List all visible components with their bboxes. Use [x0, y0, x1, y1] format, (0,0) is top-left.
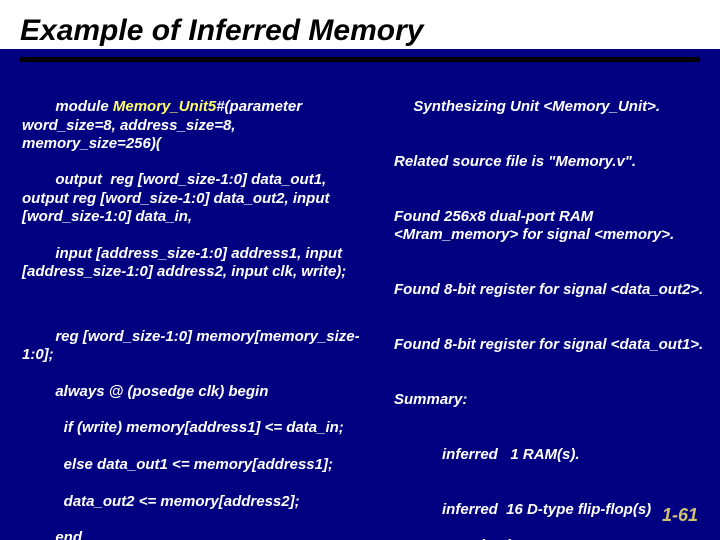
right-column: Synthesizing Unit <Memory_Unit>. Related…: [380, 80, 708, 540]
r-line-6: Summary:: [380, 391, 708, 409]
page-number: 1-61: [662, 505, 698, 526]
title-band: Example of Inferred Memory: [0, 0, 720, 49]
r-line-7: inferred 1 RAM(s).: [380, 446, 708, 464]
r-line-2: Related source file is "Memory.v".: [380, 153, 708, 171]
code-ports-1: output reg [word_size-1:0] data_out1, ou…: [22, 171, 334, 225]
r-line-8: inferred 16 D-type flip-flop(s): [380, 501, 708, 519]
module-name: Memory_Unit5: [113, 98, 216, 115]
r-line-1: Synthesizing Unit <Memory_Unit>.: [413, 98, 660, 115]
synth-report: Synthesizing Unit <Memory_Unit>. Related…: [380, 80, 708, 540]
slide-body: module Memory_Unit5#(parameter word_size…: [0, 62, 720, 540]
title-wrap: Example of Inferred Memory: [0, 4, 720, 47]
code-end: end: [55, 529, 82, 540]
code-if: if (write) memory[address1] <= data_in;: [55, 419, 343, 436]
left-column: module Memory_Unit5#(parameter word_size…: [22, 80, 372, 540]
code-block-1: module Memory_Unit5#(parameter word_size…: [22, 80, 372, 300]
code-reg: reg [word_size-1:0] memory[memory_size-1…: [22, 328, 360, 363]
r-line-5: Found 8-bit register for signal <data_ou…: [380, 336, 708, 354]
code-assign: data_out2 <= memory[address2];: [55, 493, 299, 510]
kw-module: module: [55, 98, 113, 115]
code-ports-2: input [address_size-1:0] address1, input…: [22, 245, 346, 280]
code-block-2: reg [word_size-1:0] memory[memory_size-1…: [22, 310, 372, 540]
slide-title: Example of Inferred Memory: [20, 14, 423, 47]
slide: Example of Inferred Memory module Memory…: [0, 0, 720, 540]
code-else: else data_out1 <= memory[address1];: [55, 456, 333, 473]
r-line-4: Found 8-bit register for signal <data_ou…: [380, 281, 708, 299]
code-always: always @ (posedge clk) begin: [55, 383, 268, 400]
r-line-3: Found 256x8 dual-port RAM <Mram_memory> …: [380, 208, 708, 245]
